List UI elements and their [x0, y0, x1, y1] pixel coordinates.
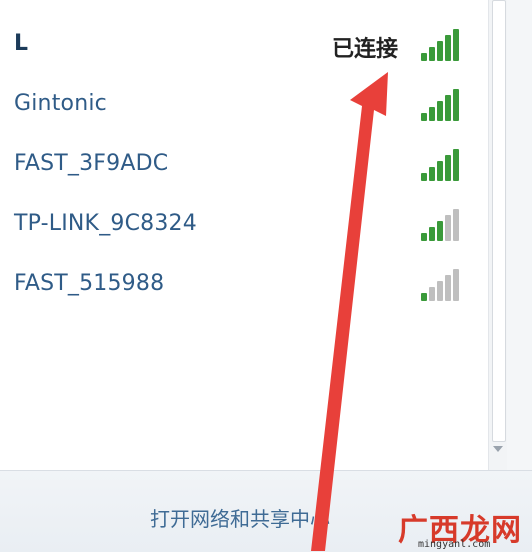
signal-bar [453, 29, 459, 61]
signal-strength-icon [421, 81, 467, 121]
signal-bar [445, 155, 451, 181]
signal-bar [429, 167, 435, 181]
open-network-sharing-center-link[interactable]: 打开网络和共享中心 [150, 503, 330, 532]
network-name: Gintonic [14, 91, 107, 116]
network-list: L 已连接 Gintonic FAST_3F9ADC TP-LINK_9C832… [0, 0, 488, 470]
network-item-fast-3f9adc[interactable]: FAST_3F9ADC [0, 135, 488, 191]
network-name: FAST_515988 [14, 271, 165, 296]
signal-bar [437, 221, 443, 241]
network-name: TP-LINK_9C8324 [14, 211, 197, 236]
network-item-l[interactable]: L 已连接 [0, 15, 488, 71]
connection-status: 已连接 [332, 37, 399, 62]
signal-bar [453, 269, 459, 301]
signal-bar [421, 113, 427, 121]
scrollbar-thumb[interactable] [492, 0, 506, 442]
signal-bar [437, 101, 443, 121]
signal-bar [421, 53, 427, 61]
signal-bar [429, 107, 435, 121]
signal-bar [453, 209, 459, 241]
network-item-fast-515988[interactable]: FAST_515988 [0, 255, 488, 311]
network-name: FAST_3F9ADC [14, 151, 169, 176]
signal-bar [429, 287, 435, 301]
signal-bar [421, 233, 427, 241]
signal-bar [445, 215, 451, 241]
watermark-url: mingyanl.com [418, 539, 491, 550]
vertical-scrollbar[interactable] [488, 0, 507, 470]
signal-strength-icon [421, 21, 467, 61]
signal-bar [437, 41, 443, 61]
panel-edge [507, 0, 532, 551]
signal-bar [429, 47, 435, 61]
network-item-gintonic[interactable]: Gintonic [0, 75, 488, 131]
wifi-network-panel: L 已连接 Gintonic FAST_3F9ADC TP-LINK_9C832… [0, 0, 532, 552]
signal-bar [453, 89, 459, 121]
signal-strength-icon [421, 201, 467, 241]
signal-bar [437, 161, 443, 181]
signal-bar [421, 173, 427, 181]
signal-bar [445, 95, 451, 121]
signal-bar [429, 227, 435, 241]
signal-strength-icon [421, 261, 467, 301]
signal-bar [421, 293, 427, 301]
signal-strength-icon [421, 141, 467, 181]
network-name: L [14, 31, 29, 56]
signal-bar [437, 281, 443, 301]
signal-bar [445, 275, 451, 301]
signal-bar [445, 35, 451, 61]
scroll-down-arrow-icon[interactable] [493, 446, 503, 452]
network-item-tp-link-9c8324[interactable]: TP-LINK_9C8324 [0, 195, 488, 251]
signal-bar [453, 149, 459, 181]
watermark: 广西龙网 mingyanl.com [398, 505, 532, 551]
